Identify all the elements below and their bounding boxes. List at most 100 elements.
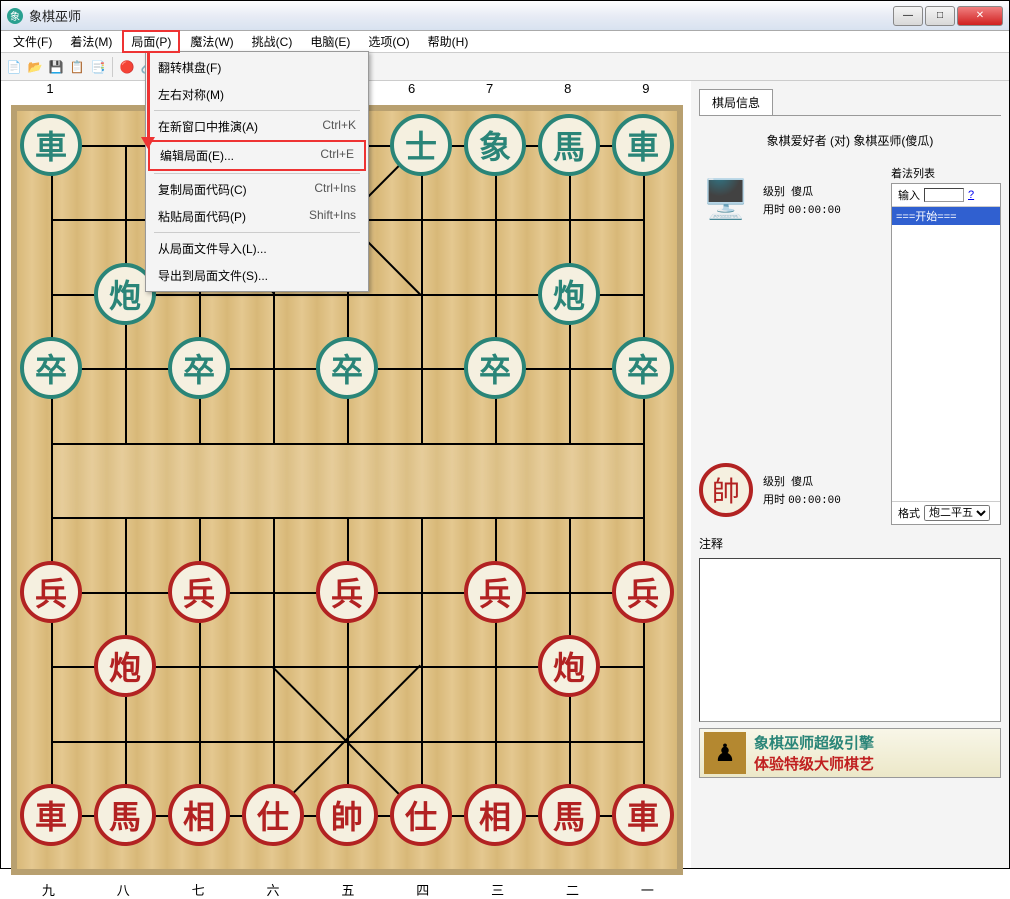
chess-piece[interactable]: 兵 xyxy=(168,561,230,623)
chess-piece[interactable]: 兵 xyxy=(20,561,82,623)
dd-label: 复制局面代码(C) xyxy=(158,181,247,198)
new-icon[interactable]: 📄 xyxy=(5,58,23,76)
level-label: 级别 xyxy=(763,186,785,198)
dropdown-separator xyxy=(154,173,360,174)
annotation-arrow xyxy=(147,53,150,143)
level-value: 傻瓜 xyxy=(791,186,813,198)
chess-piece[interactable]: 車 xyxy=(20,114,82,176)
dd-replay-new-window[interactable]: 在新窗口中推演(A) Ctrl+K xyxy=(148,113,366,140)
titlebar: 象 象棋巫师 — □ ✕ xyxy=(1,1,1009,31)
window-controls: — □ ✕ xyxy=(893,6,1003,26)
chess-piece[interactable]: 炮 xyxy=(538,263,600,325)
time-label: 用时 xyxy=(763,204,785,216)
dd-label: 粘贴局面代码(P) xyxy=(158,208,246,225)
chess-piece[interactable]: 卒 xyxy=(20,337,82,399)
player-black-labels: 级别 傻瓜 用时 00:00:00 xyxy=(763,181,841,219)
menu-position[interactable]: 局面(P) xyxy=(122,30,180,53)
dd-mirror[interactable]: 左右对称(M) xyxy=(148,81,366,108)
chess-piece[interactable]: 仕 xyxy=(242,784,304,846)
dd-copy-code[interactable]: 复制局面代码(C) Ctrl+Ins xyxy=(148,176,366,203)
chess-piece[interactable]: 象 xyxy=(464,114,526,176)
paste-icon[interactable]: 📑 xyxy=(89,58,107,76)
chess-piece[interactable]: 相 xyxy=(464,784,526,846)
menu-help[interactable]: 帮助(H) xyxy=(420,31,477,52)
chess-piece[interactable]: 卒 xyxy=(168,337,230,399)
dd-import-file[interactable]: 从局面文件导入(L)... xyxy=(148,235,366,262)
player-red-labels: 级别 傻瓜 用时 00:00:00 xyxy=(763,471,841,509)
chess-piece[interactable]: 車 xyxy=(612,114,674,176)
format-select[interactable]: 炮二平五 xyxy=(924,505,990,521)
menu-challenge[interactable]: 挑战(C) xyxy=(244,31,301,52)
menubar: 文件(F) 着法(M) 局面(P) 魔法(W) 挑战(C) 电脑(E) 选项(O… xyxy=(1,31,1009,53)
chess-piece[interactable]: 帥 xyxy=(316,784,378,846)
dd-label: 导出到局面文件(S)... xyxy=(158,267,268,284)
col-label: 四 xyxy=(416,880,429,899)
menu-moves[interactable]: 着法(M) xyxy=(62,31,120,52)
dd-label: 在新窗口中推演(A) xyxy=(158,118,258,135)
player-black-row: 🖥️ 级别 傻瓜 用时 00:00:00 xyxy=(699,173,885,227)
dd-label: 左右对称(M) xyxy=(158,86,224,103)
col-label: 7 xyxy=(486,81,493,96)
save-icon[interactable]: 💾 xyxy=(47,58,65,76)
format-label: 格式 xyxy=(898,505,920,521)
weibo-icon[interactable]: 🔴 xyxy=(118,58,136,76)
copy-icon[interactable]: 📋 xyxy=(68,58,86,76)
col-label: 二 xyxy=(566,880,579,899)
moves-input-row: 输入 ? xyxy=(892,184,1000,207)
col-label: 一 xyxy=(641,880,654,899)
river xyxy=(51,443,643,517)
dd-shortcut: Ctrl+E xyxy=(320,147,354,164)
minimize-button[interactable]: — xyxy=(893,6,923,26)
time-value: 00:00:00 xyxy=(788,205,841,217)
chess-piece[interactable]: 相 xyxy=(168,784,230,846)
col-label: 八 xyxy=(117,880,130,899)
tab-header: 棋局信息 xyxy=(699,89,1001,116)
chess-piece[interactable]: 卒 xyxy=(464,337,526,399)
chess-piece[interactable]: 馬 xyxy=(94,784,156,846)
chess-piece[interactable]: 兵 xyxy=(612,561,674,623)
dd-paste-code[interactable]: 粘贴局面代码(P)Shift+Ins xyxy=(148,203,366,230)
col-label: 9 xyxy=(642,81,649,96)
chess-piece[interactable]: 馬 xyxy=(538,114,600,176)
menu-magic[interactable]: 魔法(W) xyxy=(182,31,241,52)
move-start-marker[interactable]: ===开始=== xyxy=(892,207,1000,225)
player-red-row: 帥 级别 傻瓜 用时 00:00:00 xyxy=(699,463,885,517)
move-input[interactable] xyxy=(924,188,964,202)
chess-piece[interactable]: 馬 xyxy=(538,784,600,846)
moves-list[interactable]: ===开始=== xyxy=(892,207,1000,501)
col-label: 五 xyxy=(341,880,354,899)
dd-label: 翻转棋盘(F) xyxy=(158,59,221,76)
dd-label: 编辑局面(E)... xyxy=(160,147,234,164)
dd-export-file[interactable]: 导出到局面文件(S)... xyxy=(148,262,366,289)
chess-piece[interactable]: 士 xyxy=(390,114,452,176)
menu-computer[interactable]: 电脑(E) xyxy=(302,31,358,52)
chess-piece[interactable]: 炮 xyxy=(94,635,156,697)
menu-options[interactable]: 选项(O) xyxy=(360,31,417,52)
maximize-button[interactable]: □ xyxy=(925,6,955,26)
chess-piece[interactable]: 卒 xyxy=(612,337,674,399)
chess-piece[interactable]: 卒 xyxy=(316,337,378,399)
dd-shortcut: Ctrl+Ins xyxy=(314,181,356,198)
level-value: 傻瓜 xyxy=(791,476,813,488)
tab-game-info[interactable]: 棋局信息 xyxy=(699,89,773,115)
menu-file[interactable]: 文件(F) xyxy=(5,31,60,52)
close-button[interactable]: ✕ xyxy=(957,6,1003,26)
notes-textarea[interactable] xyxy=(699,558,1001,722)
dd-edit-position[interactable]: 编辑局面(E)... Ctrl+E xyxy=(148,140,366,171)
banner-line2: 体验特级大师棋艺 xyxy=(754,753,874,774)
open-icon[interactable]: 📂 xyxy=(26,58,44,76)
chess-piece[interactable]: 仕 xyxy=(390,784,452,846)
position-dropdown: 翻转棋盘(F) 左右对称(M) 在新窗口中推演(A) Ctrl+K 编辑局面(E)… xyxy=(145,51,369,292)
chess-piece[interactable]: 兵 xyxy=(316,561,378,623)
col-label: 六 xyxy=(267,880,280,899)
col-label: 七 xyxy=(192,880,205,899)
dd-flip-board[interactable]: 翻转棋盘(F) xyxy=(148,54,366,81)
col-label: 三 xyxy=(491,880,504,899)
chess-piece[interactable]: 炮 xyxy=(538,635,600,697)
chess-piece[interactable]: 車 xyxy=(20,784,82,846)
chess-piece[interactable]: 車 xyxy=(612,784,674,846)
engine-banner[interactable]: ♟ 象棋巫师超级引擎 体验特级大师棋艺 xyxy=(699,728,1001,778)
dd-shortcut: Ctrl+K xyxy=(322,118,356,135)
help-link[interactable]: ? xyxy=(968,189,974,201)
chess-piece[interactable]: 兵 xyxy=(464,561,526,623)
